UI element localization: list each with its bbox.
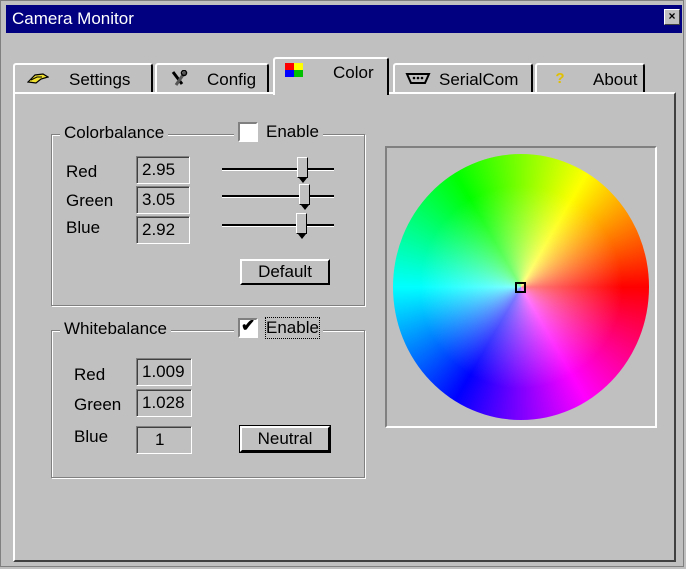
colorbalance-enable-label: Enable (266, 122, 319, 141)
whitebalance-green-field[interactable]: 1.028 (136, 389, 192, 417)
colorbalance-red-field[interactable]: 2.95 (136, 156, 190, 184)
color-selection-marker[interactable] (515, 282, 526, 293)
slider-track (222, 168, 334, 171)
tab-config[interactable]: Config (155, 63, 269, 95)
default-button[interactable]: Default (240, 259, 330, 285)
whitebalance-green-label: Green (74, 395, 122, 414)
whitebalance-blue-label: Blue (74, 427, 109, 446)
slider-thumb[interactable] (297, 157, 308, 183)
slider-thumb[interactable] (296, 213, 307, 239)
colorbalance-red-label: Red (66, 162, 98, 181)
tab-color[interactable]: Color (273, 57, 389, 95)
whitebalance-group: Whitebalance ✔ Enable Red 1.009 Green 1.… (51, 316, 365, 478)
colorbalance-blue-label: Blue (66, 218, 101, 237)
whitebalance-blue-field[interactable]: 1 (136, 426, 192, 454)
tab-about[interactable]: ? About (535, 63, 645, 95)
tab-settings[interactable]: Settings (13, 63, 153, 95)
tab-serialcom[interactable]: SerialCom (393, 63, 533, 95)
colorbalance-green-field[interactable]: 3.05 (136, 186, 190, 214)
whitebalance-enable-label: Enable (265, 317, 320, 339)
tab-strip: Settings Config Color SerialCom ? About (13, 57, 673, 95)
colorbalance-blue-field[interactable]: 2.92 (136, 216, 190, 244)
close-icon[interactable]: × (664, 9, 680, 25)
check-icon: ✔ (241, 316, 256, 335)
colorbalance-red-slider[interactable] (222, 157, 334, 183)
colorbalance-enable-checkbox[interactable]: Enable (234, 122, 323, 142)
checkbox-box (238, 122, 258, 142)
tab-config-label: Config (207, 70, 257, 89)
slider-track (222, 195, 334, 198)
serial-port-icon (405, 70, 431, 88)
whitebalance-title: Whitebalance (60, 319, 172, 339)
color-wheel-frame (385, 146, 657, 428)
tab-settings-label: Settings (69, 70, 131, 89)
camera-monitor-window: Camera Monitor × Settings Config Color S… (0, 0, 684, 567)
whitebalance-enable-checkbox[interactable]: ✔ Enable (234, 316, 323, 339)
whitebalance-red-field[interactable]: 1.009 (136, 358, 192, 386)
slider-thumb[interactable] (299, 184, 310, 210)
title-bar[interactable]: Camera Monitor × (6, 5, 682, 33)
color-icon (283, 63, 305, 81)
colorbalance-blue-slider[interactable] (222, 213, 334, 239)
color-wheel[interactable] (393, 154, 649, 420)
colorbalance-group: Colorbalance Enable Red 2.95 Green 3.05 … (51, 122, 365, 306)
tools-icon (169, 69, 191, 88)
slider-track (222, 224, 334, 227)
checkbox-box: ✔ (238, 316, 258, 338)
tab-serialcom-label: SerialCom (439, 70, 519, 89)
whitebalance-red-label: Red (74, 365, 106, 384)
tab-about-label: About (593, 70, 638, 89)
colorbalance-title: Colorbalance (60, 123, 169, 143)
colorbalance-green-slider[interactable] (222, 184, 334, 210)
hand-icon (26, 70, 50, 88)
neutral-button[interactable]: Neutral (239, 425, 331, 453)
colorbalance-green-label: Green (66, 191, 114, 210)
tab-color-label: Color (333, 63, 374, 82)
question-icon: ? (555, 70, 565, 87)
window-title: Camera Monitor (12, 9, 134, 28)
color-tab-panel: Colorbalance Enable Red 2.95 Green 3.05 … (13, 92, 676, 562)
